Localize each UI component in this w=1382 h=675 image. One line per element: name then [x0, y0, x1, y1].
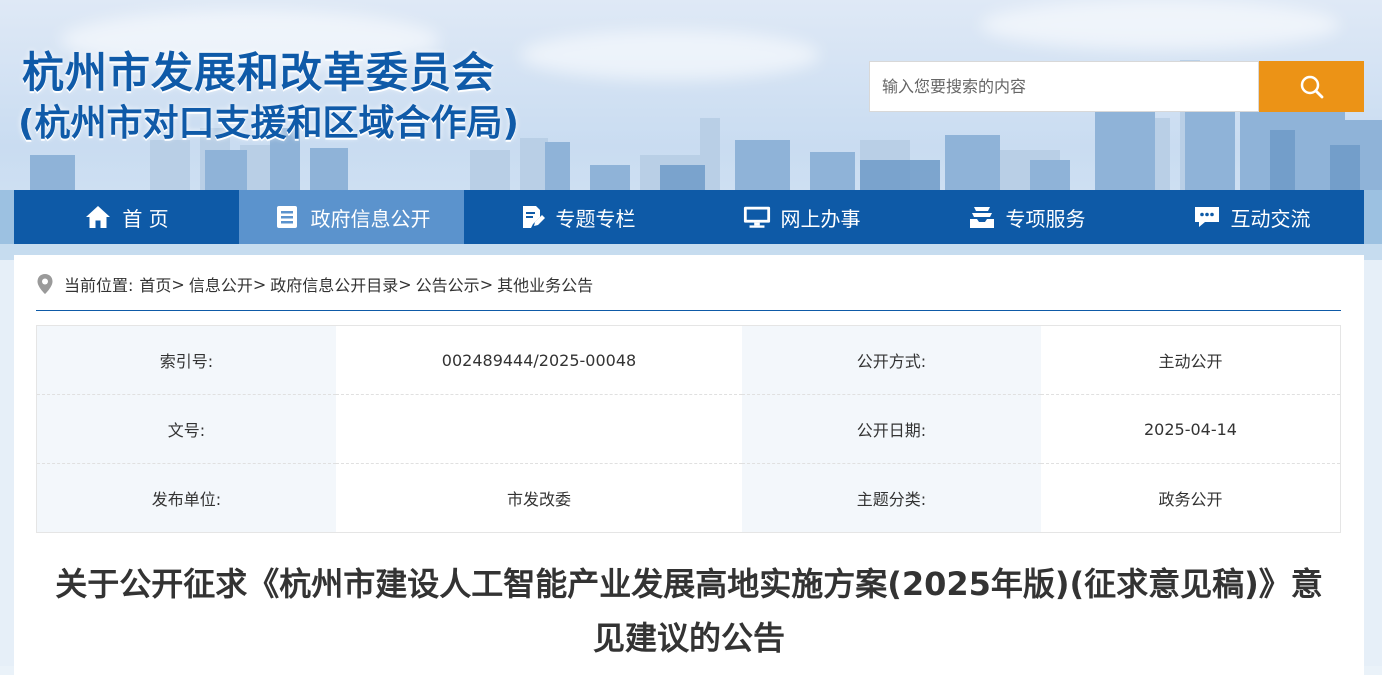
breadcrumb-divider [36, 310, 1341, 311]
publisher-label: 发布单位: [36, 463, 336, 533]
index-number-label: 索引号: [36, 325, 336, 395]
nav-item-home[interactable]: 首 页 [14, 190, 239, 244]
content-panel: 当前位置: 首页 > 信息公开 > 政府信息公开目录 > 公告公示 > 其他业务公告 索… [14, 255, 1364, 675]
document-list-icon [273, 203, 301, 231]
nav-item-label: 专题专栏 [555, 206, 636, 231]
home-icon [84, 203, 112, 231]
publish-date-label: 公开日期: [742, 394, 1041, 464]
breadcrumb-separator: > [479, 274, 494, 294]
publish-method-value: 主动公开 [1041, 325, 1341, 395]
site-title-line2: (杭州市对口支援和区域合作局) [18, 103, 519, 144]
breadcrumb-separator: > [252, 274, 267, 294]
doc-number-label: 文号: [36, 394, 336, 464]
article-title: 关于公开征求《杭州市建设人工智能产业发展高地实施方案(2025年版)(征求意见稿… [55, 565, 1323, 657]
nav-item-special-topics[interactable]: 专题专栏 [464, 190, 689, 244]
nav-item-label: 首 页 [122, 206, 169, 231]
monitor-icon [743, 203, 771, 231]
index-number-value: 002489444/2025-00048 [336, 325, 742, 395]
nav-item-label: 政府信息公开 [310, 206, 431, 231]
tray-icon [968, 203, 996, 231]
breadcrumb-info-open[interactable]: 信息公开 [189, 272, 253, 296]
site-title-line1: 杭州市发展和改革委员会 [22, 48, 496, 97]
edit-document-icon [518, 203, 546, 231]
breadcrumb-home[interactable]: 首页 [139, 272, 171, 296]
nav-item-label: 网上办事 [780, 206, 861, 231]
nav-item-interaction[interactable]: 互动交流 [1139, 190, 1364, 244]
publish-method-label: 公开方式: [742, 325, 1041, 395]
breadcrumb-current[interactable]: 其他业务公告 [497, 272, 593, 296]
nav-item-label: 专项服务 [1005, 206, 1086, 231]
breadcrumb-catalog[interactable]: 政府信息公开目录 [270, 272, 398, 296]
breadcrumb: 当前位置: 首页 > 信息公开 > 政府信息公开目录 > 公告公示 > 其他业务公告 [36, 269, 593, 299]
search-input[interactable] [869, 61, 1259, 112]
topic-category-value: 政务公开 [1158, 490, 1223, 509]
document-metadata-table: 索引号: 002489444/2025-00048 公开方式: 主动公开 文号:… [36, 325, 1341, 533]
topic-category-label: 主题分类: [742, 463, 1041, 533]
nav-item-special-services[interactable]: 专项服务 [914, 190, 1139, 244]
publisher-value: 市发改委 [336, 463, 742, 533]
table-row: 文号: 公开日期: 2025-04-14 [36, 394, 1341, 464]
table-row: 发布单位: 市发改委 主题分类: 政务公开 [36, 463, 1341, 533]
doc-number-value [336, 394, 742, 464]
breadcrumb-notices[interactable]: 公告公示 [416, 272, 480, 296]
breadcrumb-separator: > [398, 274, 412, 294]
search-icon [1300, 75, 1323, 98]
breadcrumb-separator: > [171, 274, 185, 294]
location-pin-icon [36, 273, 54, 295]
publish-date-value: 2025-04-14 [1041, 394, 1341, 464]
site-title: 杭州市发展和改革委员会 (杭州市对口支援和区域合作局) [18, 46, 519, 148]
nav-item-online-services[interactable]: 网上办事 [689, 190, 914, 244]
chat-icon [1193, 203, 1221, 231]
nav-item-gov-info[interactable]: 政府信息公开 [239, 190, 464, 244]
main-nav: 首 页 政府信息公开 专题专栏 网上办事 专项服务 互动交流 [14, 190, 1364, 244]
nav-item-label: 互动交流 [1230, 206, 1311, 231]
breadcrumb-prefix: 当前位置: [64, 276, 134, 295]
search-button[interactable] [1259, 61, 1364, 112]
table-row: 索引号: 002489444/2025-00048 公开方式: 主动公开 [36, 325, 1341, 395]
